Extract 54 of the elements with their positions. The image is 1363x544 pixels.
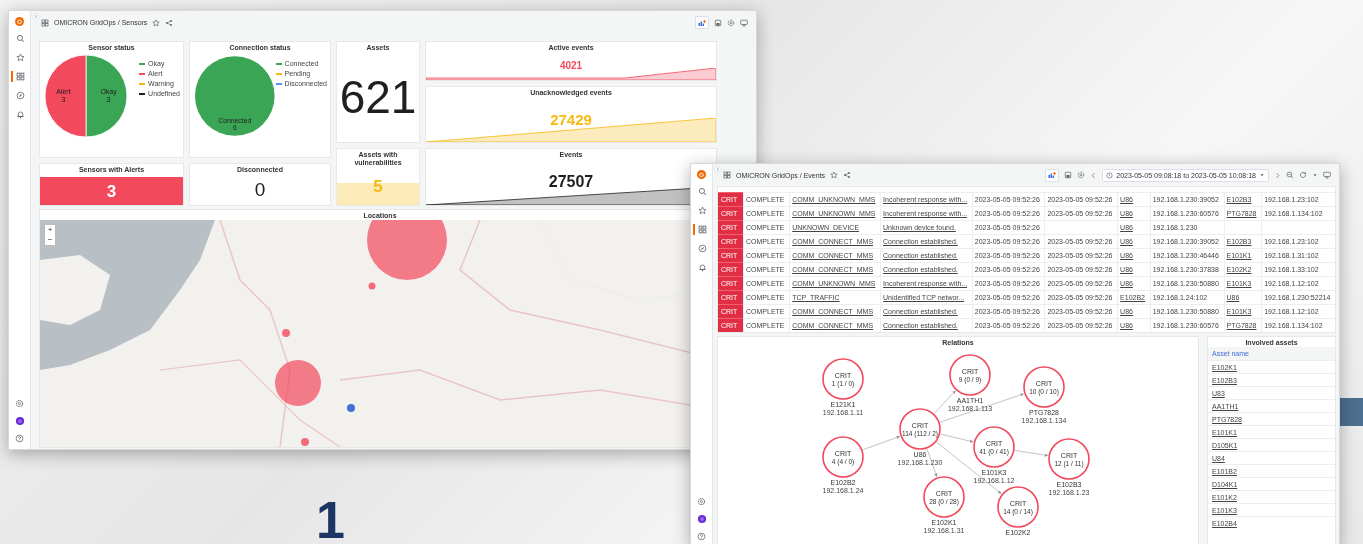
grid-icon: [16, 72, 25, 81]
refresh-icon[interactable]: [1299, 171, 1307, 179]
help-icon[interactable]: [697, 532, 706, 541]
monitor-icon[interactable]: [1323, 171, 1331, 179]
toolbar-button[interactable]: [695, 16, 709, 29]
settings-icon[interactable]: [15, 399, 24, 408]
settings-icon[interactable]: [1077, 171, 1086, 179]
avatar-icon[interactable]: [14, 416, 25, 426]
save-icon[interactable]: [1064, 171, 1073, 179]
settings-icon[interactable]: [697, 497, 706, 506]
star-icon[interactable]: [830, 171, 839, 179]
star-icon[interactable]: [152, 18, 161, 27]
step-number: 1: [316, 494, 345, 544]
caret-icon[interactable]: [1312, 172, 1318, 178]
avatar-icon[interactable]: [696, 514, 707, 524]
share-icon[interactable]: [843, 171, 852, 179]
stat-value: 0: [254, 180, 266, 199]
caret-icon: [1259, 172, 1265, 178]
compass-icon: [16, 91, 25, 100]
bell-icon: [698, 263, 707, 272]
grid-icon[interactable]: [41, 18, 49, 27]
zoom-out-icon[interactable]: [1286, 171, 1294, 179]
expand-icon[interactable]: [32, 13, 39, 20]
share-icon[interactable]: [165, 18, 174, 27]
clock-icon: [1106, 171, 1114, 179]
grid-icon: [698, 225, 707, 234]
stat-value: 621: [339, 74, 417, 120]
toolbar-button[interactable]: [1045, 168, 1060, 182]
save-icon[interactable]: [714, 18, 722, 27]
help-icon[interactable]: [15, 434, 24, 443]
search-icon: [16, 34, 25, 43]
stat-value: 5: [373, 177, 383, 195]
expand-icon[interactable]: [714, 166, 721, 173]
nav-item[interactable]: [11, 71, 28, 82]
chevron-left-icon[interactable]: [1090, 171, 1098, 179]
compass-icon: [698, 244, 707, 253]
stat-value: 27429: [550, 112, 592, 127]
stat-value: 3: [106, 182, 117, 200]
search-icon: [698, 187, 707, 196]
grid-icon[interactable]: [723, 171, 731, 179]
star-icon: [16, 53, 25, 62]
logo-icon[interactable]: [696, 169, 707, 180]
nav-item[interactable]: [693, 224, 710, 235]
stat-value: 4021: [559, 61, 583, 71]
decor-bar: [1338, 398, 1363, 426]
stat-value: 27507: [548, 174, 594, 190]
monitor-icon[interactable]: [740, 18, 748, 27]
chevron-right-icon[interactable]: [1274, 171, 1281, 179]
bell-icon: [16, 110, 25, 119]
add-chart-icon: [698, 18, 706, 27]
settings-icon[interactable]: [727, 18, 735, 27]
star-icon: [698, 206, 707, 215]
logo-icon[interactable]: [14, 16, 25, 27]
add-chart-icon: [1048, 171, 1057, 179]
